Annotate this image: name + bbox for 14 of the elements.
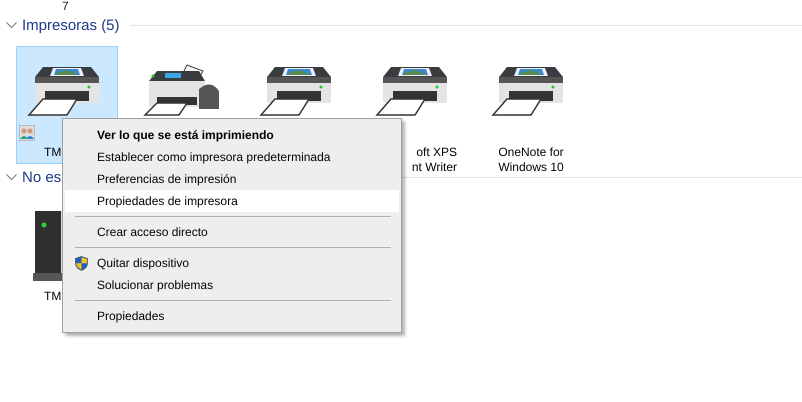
menu-item[interactable]: Crear acceso directo <box>65 221 399 243</box>
device-label: OneNote for Windows 10 <box>497 145 565 175</box>
menu-item[interactable]: Solucionar problemas <box>65 274 399 296</box>
menu-item[interactable]: Propiedades <box>65 305 399 327</box>
group-header[interactable]: No es <box>22 168 62 186</box>
chevron-down-icon[interactable] <box>6 22 17 28</box>
device-label: TM <box>43 289 62 304</box>
menu-item[interactable]: Preferencias de impresión <box>65 168 399 190</box>
device-label: oft XPS nt Writer <box>410 145 458 175</box>
group-header[interactable]: Impresoras (5) <box>22 16 120 34</box>
item-label: 7 <box>62 0 70 12</box>
chevron-down-icon[interactable] <box>6 174 17 180</box>
menu-item[interactable]: Propiedades de impresora <box>65 190 399 212</box>
menu-item[interactable]: Quitar dispositivo <box>65 252 399 274</box>
